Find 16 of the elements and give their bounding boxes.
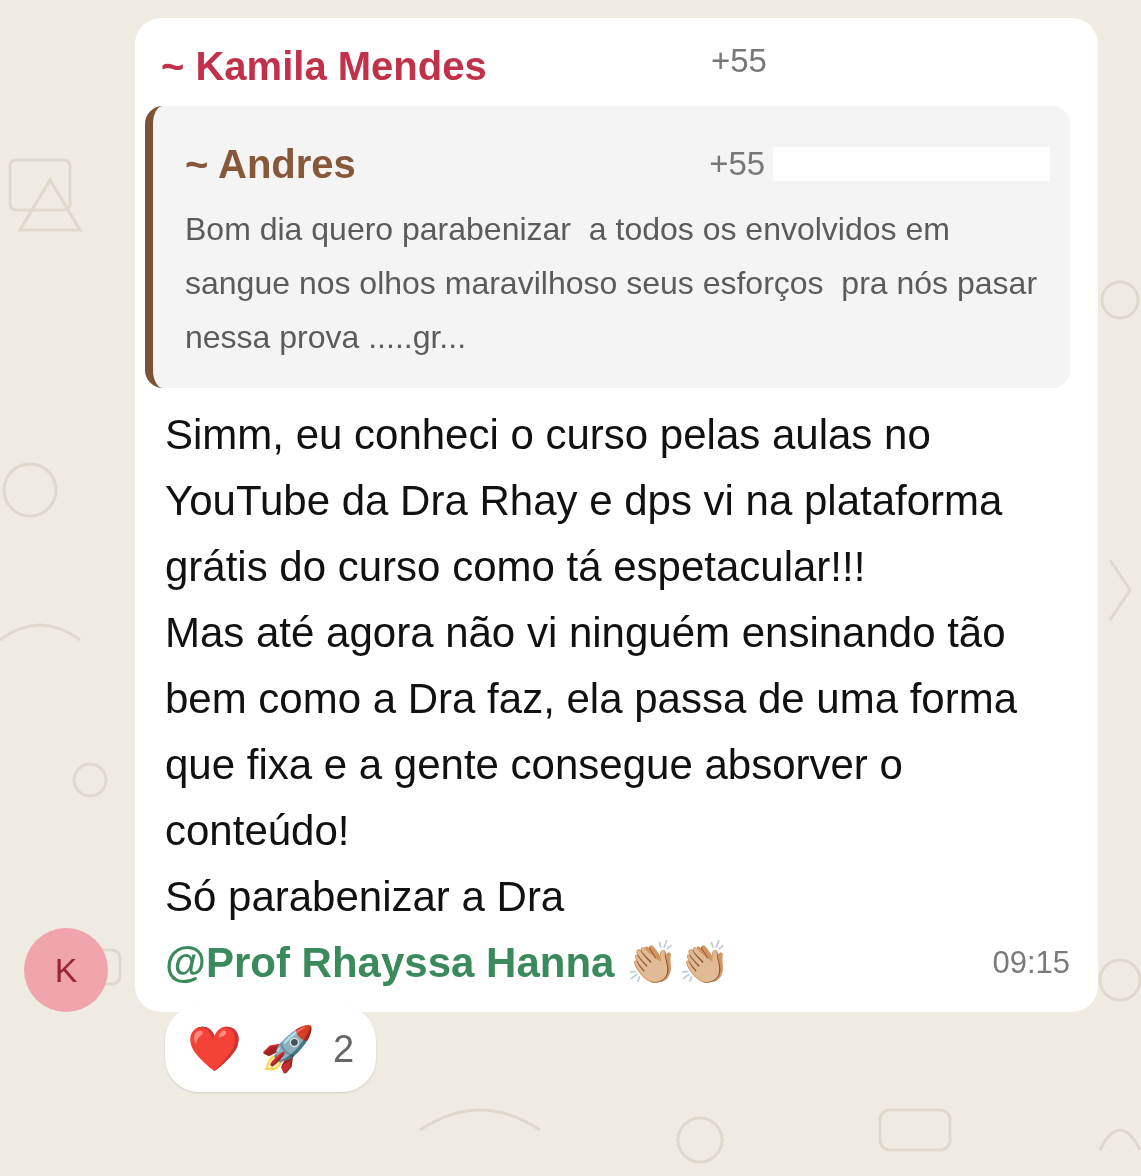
reaction-emoji: ❤	[187, 1023, 242, 1075]
reaction-emoji: 🚀	[260, 1023, 315, 1076]
message-text: Só parabenizar a Dra @Prof Rhayssa Hanna 👏🏼👏🏼	[165, 872, 732, 988]
quote-phone: +55	[709, 144, 766, 185]
message-text: Simm, eu conheci o curso pelas aulas no YouTube da Dra Rhay e dps vi na plataforma grátis do curso como tá espetacular!!!	[165, 410, 1004, 592]
message-text: Mas até agora não vi ninguém ensinando tão bem como a Dra faz, ela passa de uma forma que fixa e a gente consegue absorver o conteúdo!	[165, 608, 1019, 856]
mention-link[interactable]: @Prof Rhayssa Hanna	[165, 939, 615, 986]
quoted-message[interactable]: ~ Andres +55 Bom dia quero parabenizar a todos os envolvidos em sangue nos olhos maravilhoso seus esforços pra nós pasar nessa prova .....gr...	[145, 106, 1070, 388]
sender-phone: +55	[711, 41, 767, 81]
reactions-pill[interactable]: ❤ 🚀 2	[165, 1006, 377, 1092]
quote-author: ~ Andres	[185, 141, 357, 188]
reaction-count: 2	[333, 1026, 355, 1072]
message-time: 09:15	[992, 944, 1070, 982]
quote-text: Bom dia quero parabenizar a todos os envolvidos em sangue nos olhos maravilhoso seus esforços pra nós pasar nessa prova .....gr...	[185, 210, 1039, 357]
avatar[interactable]: K	[24, 928, 108, 1012]
sender-name[interactable]: ~ Kamila Mendes	[161, 36, 711, 96]
